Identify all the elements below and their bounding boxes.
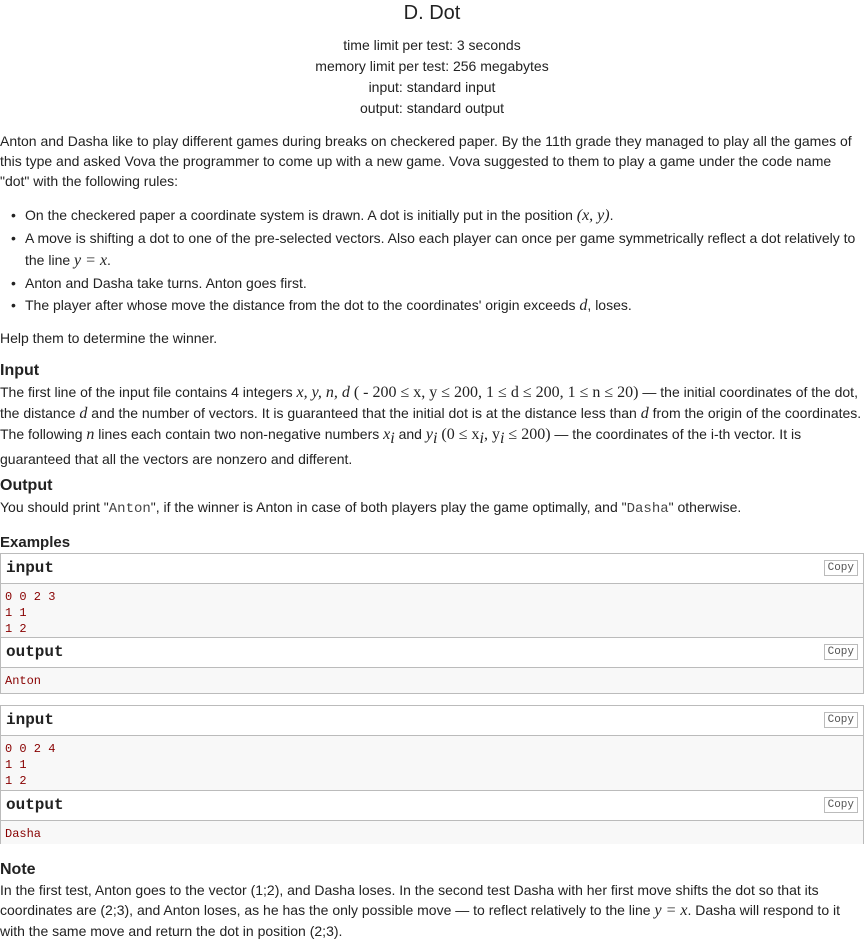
examples-heading: Examples	[0, 534, 71, 551]
input-heading: Input	[0, 362, 40, 379]
memory-limit: memory limit per test: 256 megabytes	[315, 58, 549, 74]
example-output-box: output Copy Anton	[0, 637, 864, 694]
statement-help: Help them to determine the winner.	[0, 330, 218, 346]
input-label: input	[6, 711, 55, 729]
rule-item: • Anton and Dasha take turns. Anton goes …	[11, 275, 307, 291]
output-file: output: standard output	[360, 100, 504, 116]
problem-title: D. Dot	[403, 2, 461, 24]
time-limit: time limit per test: 3 seconds	[343, 37, 521, 53]
example-input-box: input Copy 0 0 2 3 1 1 1 2	[0, 553, 864, 642]
copy-button[interactable]: Copy	[823, 712, 858, 728]
copy-button[interactable]: Copy	[823, 560, 858, 576]
problem-page: D. Dot time limit per test: 3 seconds me…	[0, 0, 864, 939]
copy-button[interactable]: Copy	[823, 797, 858, 813]
rule-item: • A move is shifting a dot to one of the …	[11, 230, 856, 269]
note-text: In the first test, Anton goes to the vec…	[0, 882, 841, 939]
rule-item: • The player after whose move the distanc…	[11, 297, 632, 314]
example-output-data: Anton	[5, 674, 42, 688]
example-output-box: output Copy Dasha	[0, 790, 864, 844]
example-input-data: 0 0 2 3 1 1 1 2	[5, 590, 56, 636]
rule-item: • On the checkered paper a coordinate sys…	[11, 207, 614, 224]
example-output-data: Dasha	[5, 827, 42, 841]
output-heading: Output	[0, 477, 53, 494]
output-label: output	[6, 796, 64, 814]
input-label: input	[6, 559, 55, 577]
statement-intro: Anton and Dasha like to play different g…	[0, 133, 852, 189]
input-description: The first line of the input file contain…	[0, 384, 862, 467]
output-description: You should print "Anton", if the winner …	[0, 499, 742, 517]
note-heading: Note	[0, 861, 36, 878]
input-file: input: standard input	[368, 79, 496, 95]
rules-list: • On the checkered paper a coordinate sys…	[0, 204, 862, 317]
problem-limits: time limit per test: 3 seconds memory li…	[0, 35, 864, 119]
copy-button[interactable]: Copy	[823, 644, 858, 660]
example-input-box: input Copy 0 0 2 4 1 1 1 2	[0, 705, 864, 794]
example-input-data: 0 0 2 4 1 1 1 2	[5, 742, 56, 788]
output-label: output	[6, 643, 64, 661]
